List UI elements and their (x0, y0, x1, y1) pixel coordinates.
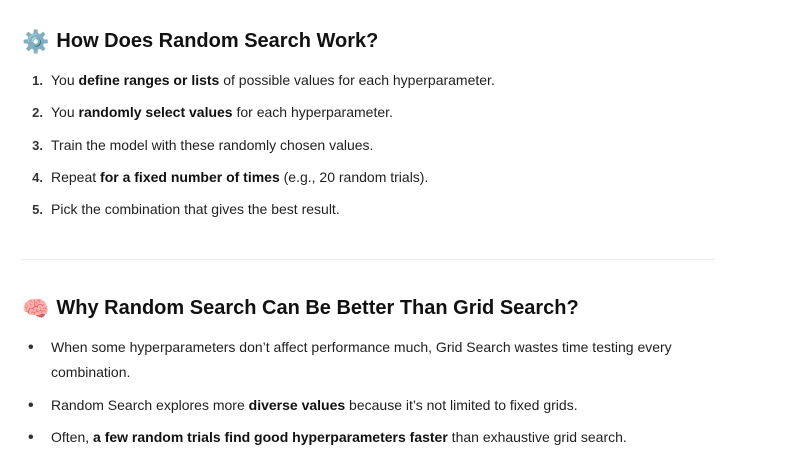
section-divider (22, 259, 715, 260)
brain-icon: 🧠 (22, 295, 50, 321)
document: ⚙️ How Does Random Search Work? 1. You d… (0, 0, 789, 476)
section-heading-how-it-works: ⚙️ How Does Random Search Work? (22, 30, 378, 53)
heading-text: Why Random Search Can Be Better Than Gri… (56, 297, 579, 319)
gear-icon: ⚙️ (22, 28, 50, 54)
heading-text: How Does Random Search Work? (56, 30, 379, 52)
section-heading-why-better: 🧠 Why Random Search Can Be Better Than G… (22, 297, 579, 320)
